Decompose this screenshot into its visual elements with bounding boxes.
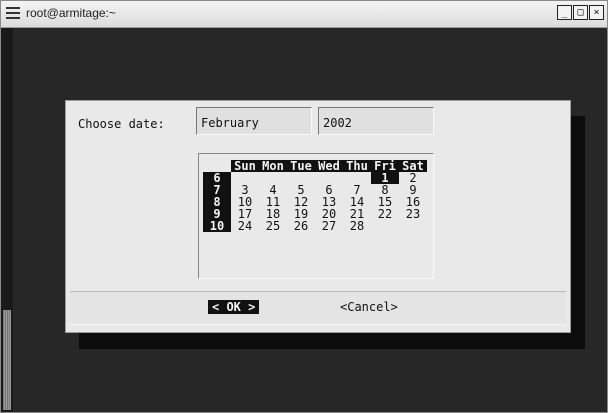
week-number: 10 <box>203 220 231 232</box>
day-cell[interactable]: 22 <box>371 208 399 220</box>
empty-day-cell <box>399 220 427 232</box>
calendar-week-row: 612 <box>203 172 433 184</box>
window-controls: _ □ × <box>557 5 604 20</box>
close-icon[interactable]: × <box>589 5 604 20</box>
date-dialog: Choose date: February 2002 Sun Mon Tue Wed T… <box>65 100 571 333</box>
button-bar: < OK > <Cancel> <box>70 291 566 325</box>
calendar-week-row: 10 24 25 26 27 28 <box>203 220 433 232</box>
year-field[interactable]: 2002 <box>318 107 434 135</box>
day-cell[interactable]: 27 <box>315 220 343 232</box>
scrollbar[interactable] <box>1 28 13 412</box>
day-header: Sun <box>231 160 259 172</box>
day-header: Tue <box>287 160 315 172</box>
scrollbar-thumb[interactable] <box>3 310 11 410</box>
year-value: 2002 <box>323 116 352 130</box>
day-header: Wed <box>315 160 343 172</box>
day-header: Mon <box>259 160 287 172</box>
day-cell[interactable]: 23 <box>399 208 427 220</box>
day-cell[interactable]: 28 <box>343 220 371 232</box>
window-title: root@armitage:~ <box>26 6 116 20</box>
month-field[interactable]: February <box>196 107 312 135</box>
maximize-icon[interactable]: □ <box>573 5 588 20</box>
cancel-button[interactable]: <Cancel> <box>340 300 398 314</box>
month-value: February <box>201 116 259 130</box>
calendar-grid[interactable]: Sun Mon Tue Wed Thu Fri Sat 6 1 2 7 3 4 5 6 7 8 9 8 10 11 12 1… <box>203 160 433 232</box>
terminal-area: Choose date: February 2002 Sun Mon Tue Wed T… <box>1 28 607 412</box>
calendar-header-row: Sun Mon Tue Wed Thu Fri Sat <box>203 160 433 172</box>
minimize-icon[interactable]: _ <box>557 5 572 20</box>
day-cell[interactable]: 24 <box>231 220 259 232</box>
day-cell[interactable]: 26 <box>287 220 315 232</box>
day-cell[interactable]: 25 <box>259 220 287 232</box>
day-header: Thu <box>343 160 371 172</box>
choose-date-label: Choose date: <box>78 117 165 131</box>
terminal-window: root@armitage:~ _ □ × Choose date: Febru… <box>0 0 608 413</box>
empty-day-cell <box>371 220 399 232</box>
title-bar[interactable]: root@armitage:~ _ □ × <box>1 1 607 28</box>
ok-button[interactable]: < OK > <box>208 300 260 314</box>
calendar-box: Sun Mon Tue Wed Thu Fri Sat 6 1 2 7 3 4 5 6 7 8 9 8 10 11 12 1… <box>198 153 434 279</box>
window-menu-icon[interactable] <box>5 5 21 21</box>
